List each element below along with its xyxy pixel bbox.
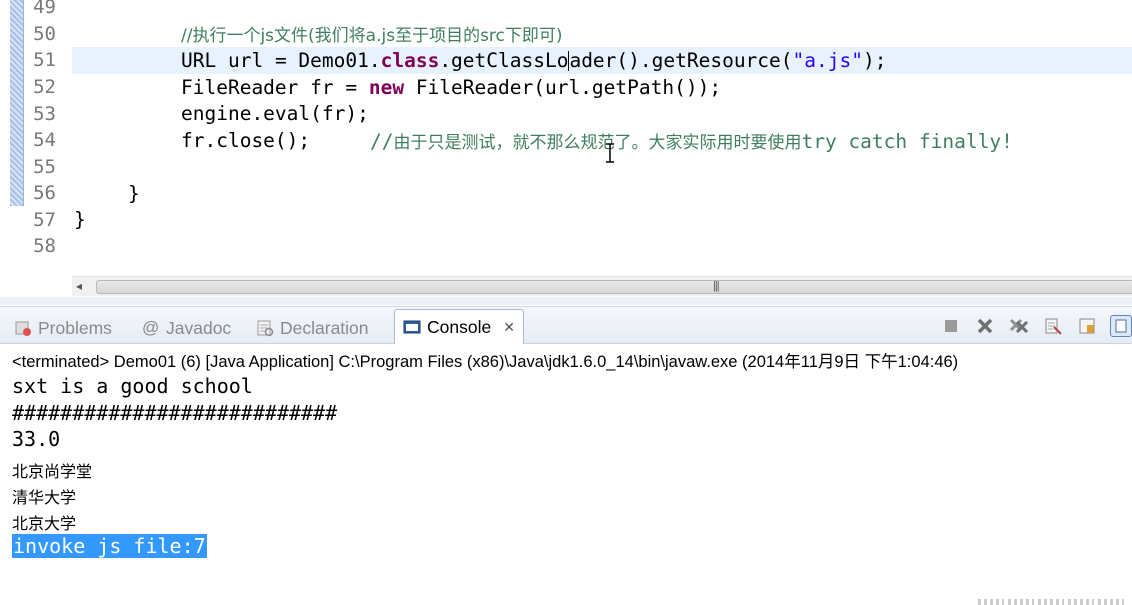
scrollbar-thumb[interactable]: |||: [96, 280, 1132, 294]
selected-text[interactable]: invoke js file:7: [12, 534, 207, 558]
tab-label: Console: [427, 316, 492, 337]
at-icon: @: [142, 318, 160, 337]
close-icon[interactable]: ✕: [503, 319, 515, 336]
clear-console-button[interactable]: [1042, 315, 1064, 337]
code-line-57: 57 }: [0, 207, 1132, 234]
terminate-button[interactable]: [940, 315, 962, 337]
code-text: }: [128, 181, 140, 205]
code-line-55: 55: [0, 154, 1132, 181]
code-line-51: 51 URL url = Demo01.class.getClassLoader…: [0, 47, 1132, 74]
text-cursor-icon: [606, 143, 614, 163]
remove-all-button[interactable]: [1008, 315, 1030, 337]
remove-launch-button[interactable]: [974, 315, 996, 337]
tab-label: Declaration: [280, 317, 369, 338]
code-text: engine.eval(fr);: [181, 102, 369, 126]
comment-text: //执行一个js文件(我们将a.js至于项目的src下即可): [181, 26, 563, 47]
process-status-label: <terminated> Demo01 (6) [Java Applicatio…: [12, 353, 959, 371]
line-number: 56: [33, 182, 56, 205]
console-output-line: sxt is a good school: [12, 374, 253, 398]
console-output-line: 清华大学: [12, 488, 77, 507]
remove-icon: [977, 318, 993, 334]
tab-javadoc[interactable]: @ Javadoc: [142, 313, 231, 343]
line-number: 52: [33, 76, 56, 99]
line-number: 57: [33, 208, 56, 231]
code-text: FileReader fr = new FileReader(url.getPa…: [181, 75, 722, 99]
console-output-selected-line[interactable]: invoke js file:7: [12, 534, 207, 558]
console-toolbar: [940, 315, 1132, 337]
declaration-icon: [257, 320, 274, 337]
console-icon: [403, 320, 421, 334]
code-line-53: 53 engine.eval(fr);: [0, 101, 1132, 128]
line-number: 54: [33, 129, 56, 152]
pin-console-button[interactable]: [1110, 315, 1132, 337]
line-number: 51: [33, 49, 56, 72]
pin-icon: [1115, 319, 1127, 333]
code-line-54: 54 fr.close(); //由于只是测试，就不那么规范了。大家实际用时要使…: [0, 127, 1132, 154]
scroll-lock-icon: [1079, 318, 1095, 334]
code-text: }: [74, 208, 86, 232]
tab-declaration[interactable]: Declaration: [256, 313, 369, 343]
code-line-56: 56 }: [0, 180, 1132, 207]
grip-icon: |||: [713, 280, 720, 292]
code-text: URL url = Demo01.class.getClassLoader().…: [181, 48, 887, 72]
line-number: 50: [33, 22, 56, 45]
horizontal-scrollbar[interactable]: ◂ |||: [72, 276, 1132, 296]
code-editor[interactable]: 49 50 //执行一个js文件(我们将a.js至于项目的src下即可) 51 …: [0, 0, 1132, 300]
code-line-50: 50 //执行一个js文件(我们将a.js至于项目的src下即可): [0, 21, 1132, 48]
clear-console-icon: [1045, 318, 1062, 335]
code-line-49: 49: [0, 0, 1132, 21]
line-number: 55: [33, 155, 56, 178]
tab-label: Javadoc: [166, 317, 232, 338]
code-line-52: 52 FileReader fr = new FileReader(url.ge…: [0, 74, 1132, 101]
tab-console[interactable]: Console ✕: [394, 309, 524, 344]
console-output-line: 北京大学: [12, 514, 77, 533]
bottom-view-tabbar: Problems @ Javadoc Declaration Console ✕: [0, 306, 1132, 344]
console-output-line: 北京尚学堂: [12, 462, 93, 481]
resize-grip: [978, 599, 1124, 605]
line-number: 58: [33, 235, 56, 258]
tab-problems[interactable]: Problems: [14, 313, 112, 343]
tab-label: Problems: [38, 317, 112, 338]
view-separator: [0, 297, 1132, 305]
code-line-58: 58: [0, 233, 1132, 260]
problems-icon: [15, 321, 31, 336]
console-output-line: 33.0: [12, 427, 61, 451]
remove-all-icon: [1009, 318, 1029, 334]
stop-icon: [945, 320, 957, 332]
scroll-lock-button[interactable]: [1076, 315, 1098, 337]
console-output-line: ###########################: [12, 401, 338, 425]
code-text: fr.close();: [181, 128, 311, 152]
scroll-left-arrow-icon[interactable]: ◂: [76, 279, 82, 293]
line-number: 49: [33, 0, 56, 19]
comment-text: //由于只是测试，就不那么规范了。大家实际用时要使用try catch fina…: [370, 129, 1013, 153]
line-number: 53: [33, 102, 56, 125]
